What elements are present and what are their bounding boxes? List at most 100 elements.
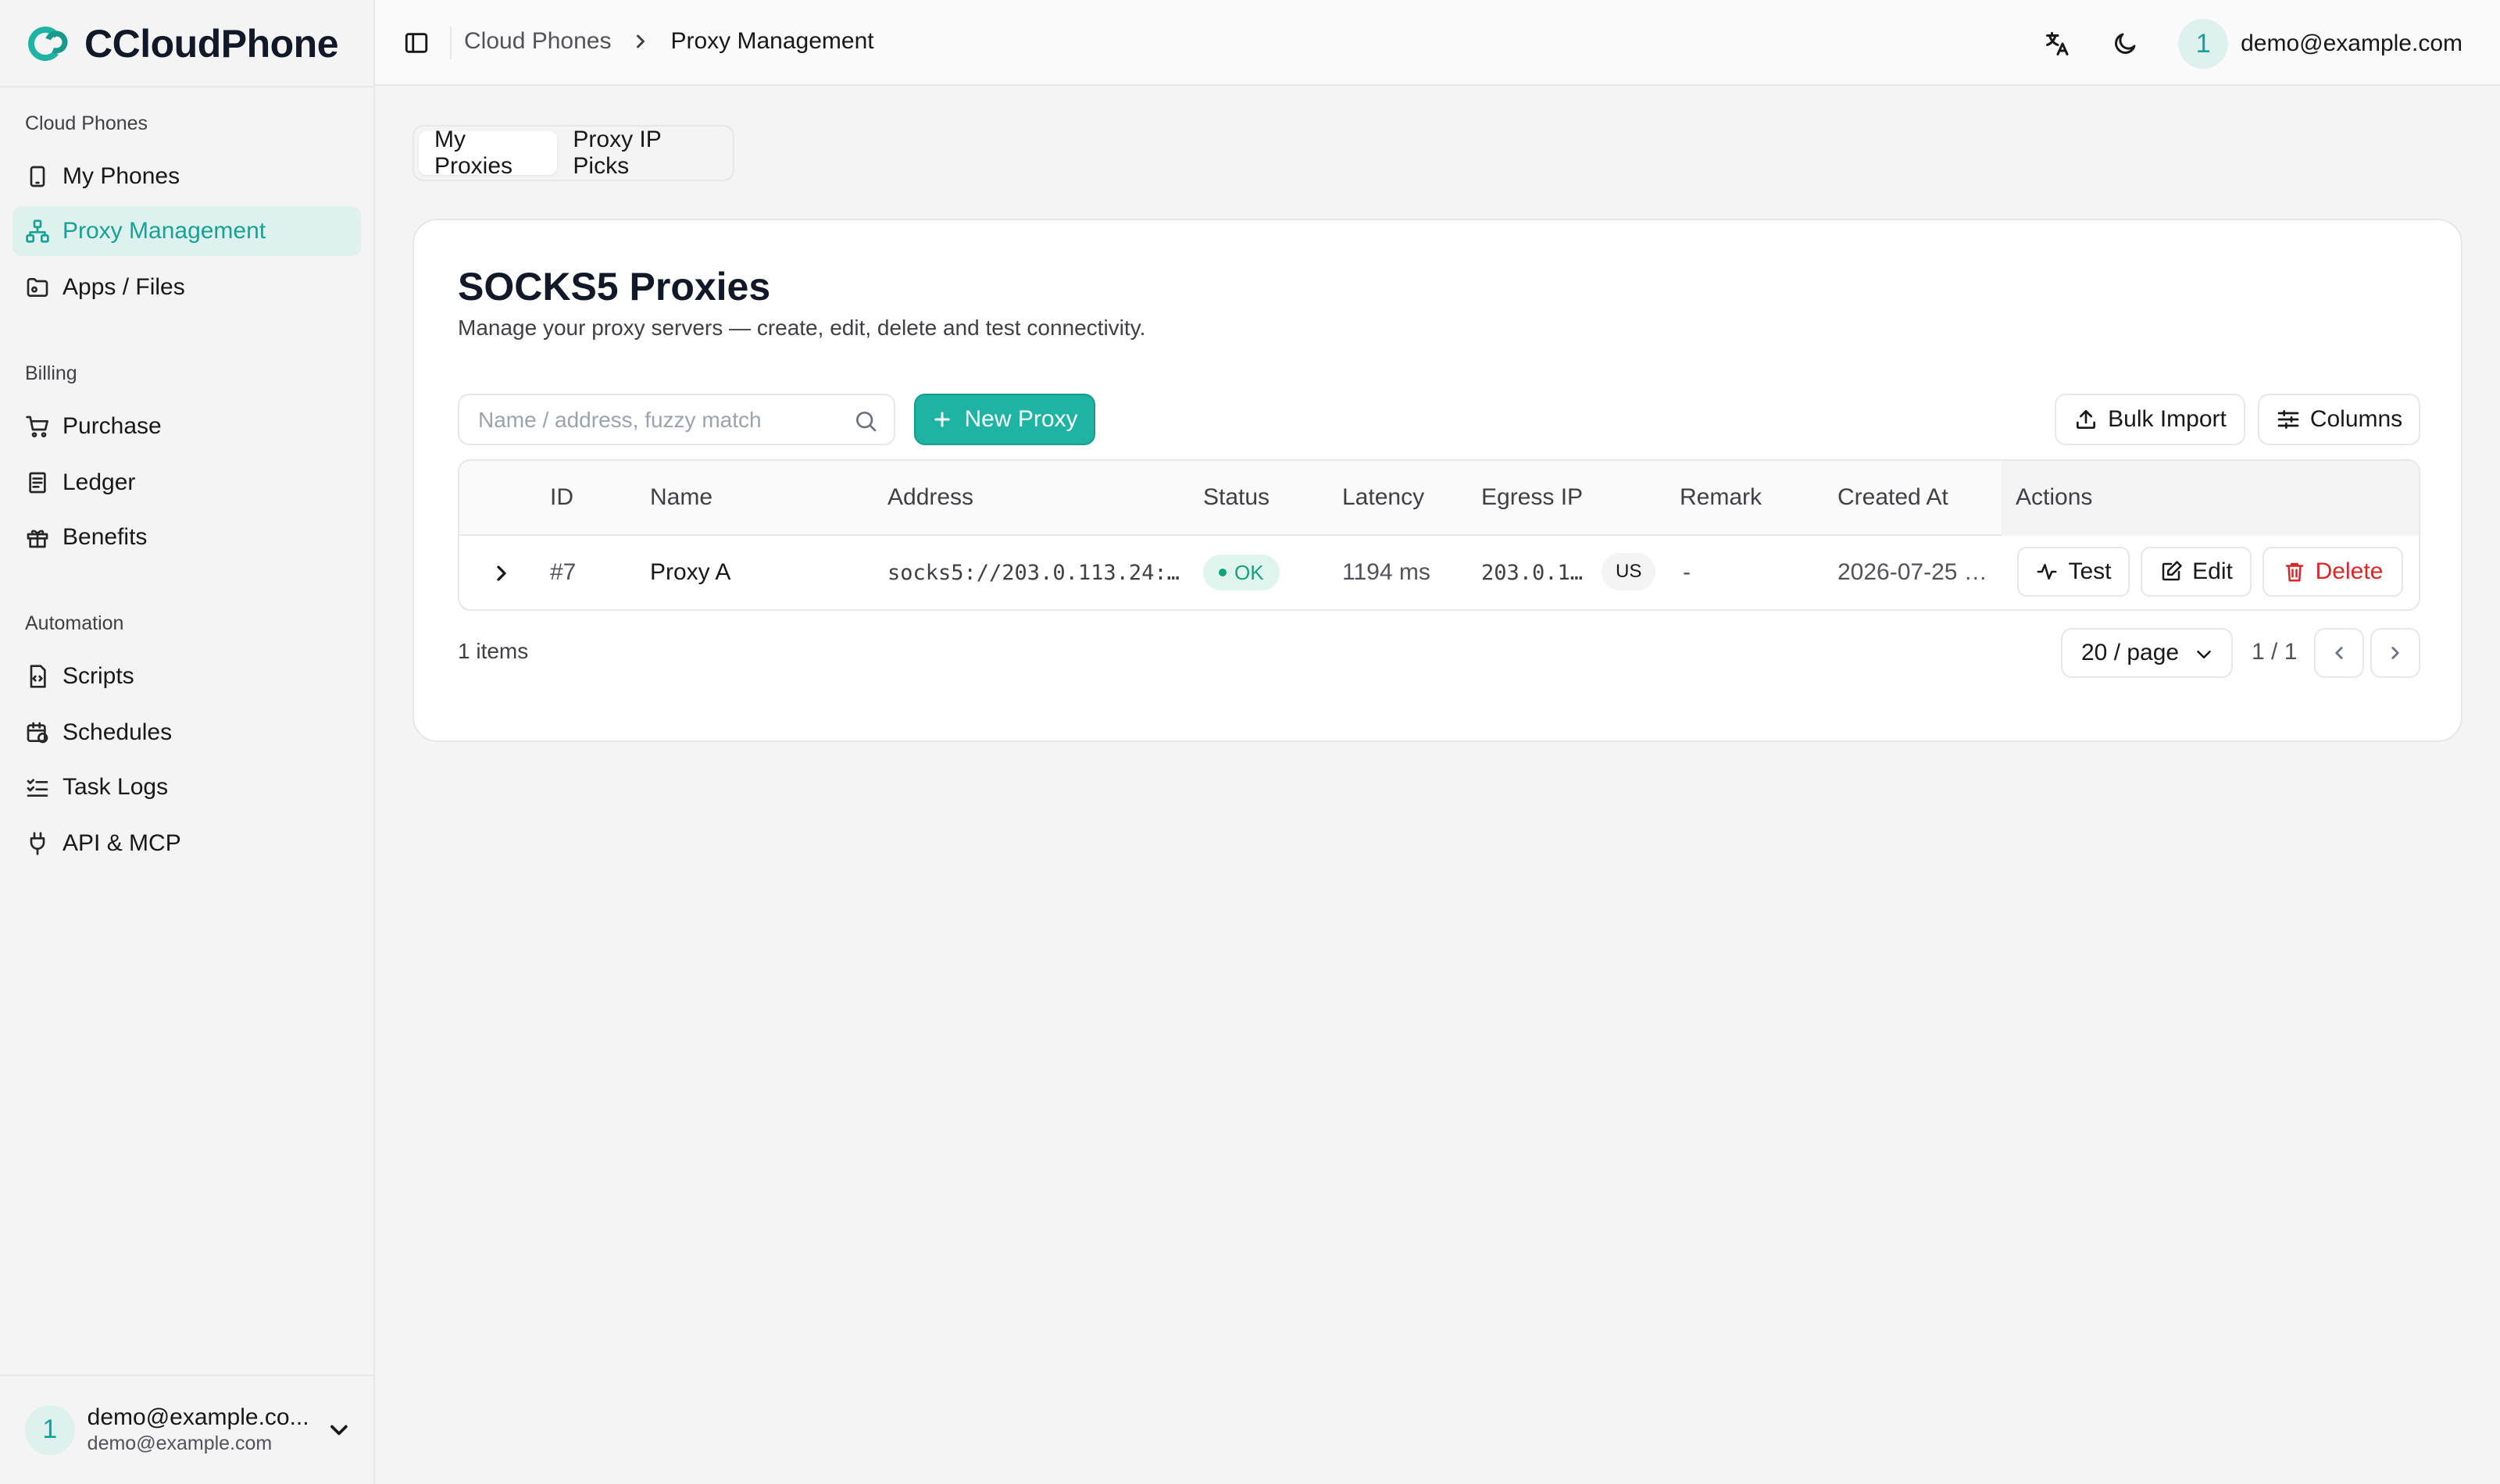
gift-icon (27, 530, 48, 548)
status-label: OK (1234, 560, 1264, 584)
tab-proxy-ip-picks[interactable]: Proxy IP Picks (557, 127, 728, 179)
list-checks-icon (27, 779, 48, 797)
status-dot-icon (1219, 569, 1227, 576)
bulk-import-label: Bulk Import (2108, 406, 2227, 432)
proxies-card: SOCKS5 Proxies Manage your proxy servers… (412, 219, 2462, 742)
column-header-name[interactable]: Name (650, 484, 712, 511)
folder-icon (27, 278, 48, 297)
sidebar-item-label: Proxy Management (62, 218, 266, 244)
column-header-created-at[interactable]: Created At (1838, 484, 1948, 511)
brand[interactable]: CCloudPhone (25, 17, 339, 70)
brand-logo-icon (28, 27, 68, 61)
cell-created-at: 2026-07-25 … (1838, 559, 1988, 585)
breadcrumb-item-cloud-phones[interactable]: Cloud Phones (464, 28, 611, 55)
upload-icon (2077, 410, 2096, 429)
table-row[interactable]: #7 Proxy A socks5://203.0.113.24:… OK 11… (459, 536, 2419, 609)
sidebar-item-schedules[interactable]: Schedules (12, 708, 361, 758)
avatar[interactable]: 1 (2178, 19, 2229, 69)
page-title: SOCKS5 Proxies (458, 265, 771, 309)
proxies-table: ID Name Address Status Latency Egress IP… (458, 459, 2420, 611)
column-header-status[interactable]: Status (1203, 484, 1270, 511)
brand-name: CCloudPhone (84, 22, 339, 66)
user-menu[interactable]: 1 demo@example.co... demo@example.com (25, 1404, 353, 1455)
test-label: Test (2068, 558, 2112, 584)
edit-button[interactable]: Edit (2141, 547, 2252, 597)
search-input[interactable] (478, 405, 845, 436)
page-subtitle: Manage your proxy servers — create, edit… (458, 316, 1146, 340)
trash-icon (2285, 562, 2303, 582)
topbar: Cloud Phones Proxy Management 1 demo@exa… (375, 0, 2500, 86)
user-name: demo@example.co... (87, 1404, 309, 1430)
script-icon (30, 665, 46, 688)
columns-label: Columns (2309, 406, 2403, 432)
sidebar-item-label: Scripts (62, 663, 134, 689)
cell-latency: 1194 ms (1342, 559, 1430, 585)
chevron-right-icon (2391, 647, 2399, 659)
sidebar-item-label: My Phones (62, 163, 180, 189)
delete-label: Delete (2315, 558, 2384, 584)
main-content: My Proxies Proxy IP Picks SOCKS5 Proxies… (375, 86, 2500, 1484)
cell-address: socks5://203.0.113.24:… (888, 561, 1180, 585)
next-page-button[interactable] (2370, 628, 2420, 678)
chevron-right-icon (637, 34, 645, 48)
page-size-value: 20 / page (2081, 640, 2180, 665)
nav-group-title: Billing (25, 362, 77, 384)
new-proxy-label: New Proxy (964, 406, 1078, 432)
sidebar-item-scripts[interactable]: Scripts (12, 651, 361, 701)
column-header-id[interactable]: ID (550, 484, 573, 511)
sidebar-item-ledger[interactable]: Ledger (12, 458, 361, 508)
column-header-egress-ip[interactable]: Egress IP (1481, 484, 1583, 511)
cell-egress-ip: 203.0.1… (1481, 561, 1584, 585)
sidebar-item-benefits[interactable]: Benefits (12, 512, 361, 562)
cell-remark: - (1683, 559, 1691, 585)
sidebar-item-label: Purchase (62, 413, 162, 439)
sidebar-item-api-mcp[interactable]: API & MCP (12, 819, 361, 869)
divider (450, 27, 452, 59)
table-header: ID Name Address Status Latency Egress IP… (459, 461, 2419, 536)
divider (0, 86, 375, 87)
country-badge: US (1602, 553, 1656, 590)
chevron-right-icon[interactable] (489, 561, 514, 586)
columns-button[interactable]: Columns (2258, 394, 2420, 445)
bulk-import-button[interactable]: Bulk Import (2055, 394, 2245, 445)
page-indicator: 1 / 1 (2252, 639, 2298, 665)
new-proxy-button[interactable]: New Proxy (914, 394, 1095, 445)
cell-id: #7 (550, 559, 577, 585)
sidebar-item-purchase[interactable]: Purchase (12, 401, 361, 451)
column-header-address[interactable]: Address (888, 484, 973, 511)
sidebar-item-label: Task Logs (62, 774, 169, 800)
divider (0, 1375, 375, 1376)
sidebar-item-label: API & MCP (62, 830, 181, 856)
search-box (458, 394, 895, 445)
plug-icon (30, 832, 45, 855)
sidebar-item-task-logs[interactable]: Task Logs (12, 762, 361, 812)
page-size-select[interactable]: 20 / page (2061, 628, 2233, 678)
account-email[interactable]: demo@example.com (2241, 30, 2462, 57)
tab-my-proxies[interactable]: My Proxies (419, 127, 558, 179)
sidebar-item-proxy-management[interactable]: Proxy Management (12, 206, 361, 256)
search-icon[interactable] (853, 408, 878, 433)
cell-name: Proxy A (650, 559, 731, 585)
calendar-clock-icon (27, 722, 48, 744)
cart-icon (26, 416, 48, 437)
column-header-actions: Actions (2016, 484, 2093, 510)
column-header-remark[interactable]: Remark (1680, 484, 1762, 511)
prev-page-button[interactable] (2314, 628, 2364, 678)
moon-icon[interactable] (2111, 30, 2139, 58)
chevron-down-icon[interactable] (325, 1416, 353, 1444)
nav-group-title: Automation (25, 612, 124, 634)
sidebar-toggle-icon[interactable] (403, 30, 430, 56)
breadcrumb-item-current: Proxy Management (670, 28, 874, 54)
language-icon[interactable] (2044, 30, 2072, 58)
sidebar-item-label: Schedules (62, 719, 173, 745)
user-email: demo@example.com (87, 1432, 273, 1454)
column-header-latency[interactable]: Latency (1342, 484, 1424, 511)
delete-button[interactable]: Delete (2262, 547, 2403, 597)
tab-list: My Proxies Proxy IP Picks (412, 125, 734, 181)
ledger-icon (29, 472, 46, 494)
sidebar-item-apps-files[interactable]: Apps / Files (12, 262, 361, 312)
edit-icon (2162, 561, 2182, 581)
edit-label: Edit (2192, 558, 2233, 584)
test-button[interactable]: Test (2017, 547, 2130, 597)
sidebar-item-my-phones[interactable]: My Phones (12, 152, 361, 202)
